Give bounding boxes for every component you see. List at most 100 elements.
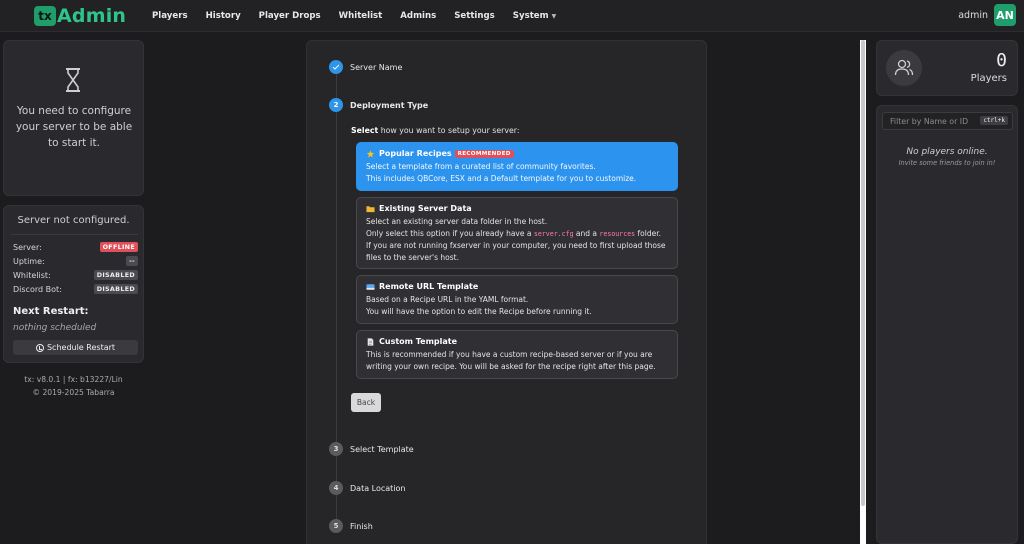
scrollbar-thumb[interactable] [861, 40, 865, 506]
players-count: 0 [996, 50, 1007, 71]
status-badge: -- [126, 256, 138, 266]
nav-player-drops[interactable]: Player Drops [259, 11, 321, 21]
next-restart-label: Next Restart: [13, 306, 89, 317]
select-bold: Select [351, 126, 379, 135]
players-count-card: 0 Players [876, 40, 1018, 96]
step-select-template: 3 Select Template [329, 442, 414, 456]
option-desc: This is recommended if you have a custom… [366, 350, 656, 371]
option-title: Popular Recipes RECOMMENDED [366, 149, 668, 158]
player-filter-input[interactable]: Filter by Name or ID ctrl+k [882, 112, 1013, 130]
option-desc: You will have the option to edit the Rec… [366, 306, 592, 316]
step-label: Deployment Type [350, 100, 429, 110]
status-label: Server: [13, 242, 42, 252]
option-custom-template[interactable]: Custom Template This is recommended if y… [356, 330, 678, 379]
players-label: Players [970, 73, 1007, 84]
clock-icon [35, 343, 44, 352]
setup-wizard: Server Name 2 Deployment Type Select how… [306, 40, 707, 544]
nav-admins[interactable]: Admins [400, 11, 436, 21]
status-badge: DISABLED [93, 284, 138, 294]
version-line: tx: v8.0.1 | fx: b13227/Lin [24, 375, 123, 384]
step-label: Finish [350, 521, 373, 531]
step-number: 3 [329, 442, 343, 456]
option-existing-server-data[interactable]: Existing Server Data Select an existing … [356, 197, 678, 269]
option-desc: Based on a Recipe URL in the YAML format… [366, 295, 529, 304]
shortcut-badge: ctrl+k [980, 116, 1008, 125]
back-button[interactable]: Back [351, 393, 381, 412]
recommended-badge: RECOMMENDED [454, 149, 514, 158]
status-label: Whitelist: [13, 270, 51, 280]
top-navbar: tx Admin Players History Player Drops Wh… [0, 0, 1024, 32]
avatar[interactable]: AN [994, 4, 1016, 26]
option-desc: Only select this option if you already h… [366, 228, 668, 241]
option-title-text: Existing Server Data [379, 204, 472, 213]
option-title: Remote URL Template [366, 282, 668, 291]
step-data-location: 4 Data Location [329, 481, 405, 495]
main-nav: Players History Player Drops Whitelist A… [152, 0, 574, 32]
option-desc: If you are not running fxserver in your … [366, 241, 666, 262]
divider [11, 234, 138, 235]
filter-placeholder: Filter by Name or ID [890, 116, 969, 126]
star-icon [366, 149, 375, 157]
copyright-line: © 2019-2025 Tabarra [32, 388, 115, 397]
nav-history[interactable]: History [206, 11, 241, 21]
option-desc: Select an existing server data folder in… [366, 217, 548, 226]
users-icon [886, 50, 922, 86]
option-title: Existing Server Data [366, 204, 668, 213]
option-remote-url-template[interactable]: Remote URL Template Based on a Recipe UR… [356, 275, 678, 324]
status-label: Uptime: [13, 256, 45, 266]
option-desc: Select a template from a curated list of… [366, 162, 596, 171]
option-desc-part: and a [573, 228, 600, 238]
option-title-text: Remote URL Template [379, 282, 479, 291]
status-badge: DISABLED [93, 270, 138, 280]
stepper-line [336, 66, 337, 526]
nav-whitelist[interactable]: Whitelist [339, 11, 383, 21]
server-status-card: Server not configured. Server: OFFLINE U… [3, 205, 144, 363]
option-desc-part: Only select this option if you already h… [366, 228, 534, 238]
status-row-whitelist: Whitelist: DISABLED [13, 270, 138, 280]
nav-settings[interactable]: Settings [454, 11, 495, 21]
server-config-notice: You need to configure your server to be … [3, 40, 144, 196]
option-popular-recipes[interactable]: Popular Recipes RECOMMENDED Select a tem… [356, 142, 678, 191]
nav-system-dropdown[interactable]: System ▼ [513, 11, 556, 21]
users-icon-svg [894, 59, 914, 76]
chevron-down-icon: ▼ [551, 12, 557, 20]
step-label: Server Name [350, 62, 403, 72]
option-desc: This includes QBCore, ESX and a Default … [366, 173, 637, 183]
select-rest: how you want to setup your server: [378, 126, 520, 135]
txadmin-logo[interactable]: tx Admin [34, 5, 126, 27]
step-number: 2 [329, 98, 343, 112]
nav-system-label: System [512, 11, 549, 21]
status-label: Discord Bot: [13, 284, 62, 294]
option-title-text: Custom Template [379, 337, 458, 346]
nav-players[interactable]: Players [152, 11, 188, 21]
next-restart-value: nothing scheduled [13, 323, 97, 333]
status-row-uptime: Uptime: -- [13, 256, 138, 266]
select-instruction: Select how you want to setup your server… [351, 126, 519, 135]
notice-text: You need to configure your server to be … [15, 105, 133, 149]
option-desc-part: folder. [635, 228, 661, 238]
step-label: Data Location [350, 483, 406, 493]
version-info: tx: v8.0.1 | fx: b13227/Lin © 2019-2025 … [3, 373, 144, 399]
step-deployment-type: 2 Deployment Type [329, 98, 428, 112]
logo-mark: tx [34, 6, 56, 26]
step-number: 5 [329, 519, 343, 533]
schedule-restart-button[interactable]: Schedule Restart [13, 340, 138, 355]
option-title-text: Popular Recipes [379, 149, 452, 158]
code-server-cfg: server.cfg [533, 229, 574, 238]
code-resources: resources [599, 229, 636, 238]
logo-text: Admin [57, 5, 127, 27]
status-title: Server not configured. [17, 215, 130, 226]
empty-state-subtitle: Invite some friends to join in! [898, 159, 996, 167]
check-icon [329, 60, 343, 74]
status-badge: OFFLINE [99, 242, 138, 252]
empty-state-title: No players online. [906, 147, 988, 157]
user-menu[interactable]: admin AN [958, 4, 1016, 26]
cloud-download-icon [366, 283, 375, 290]
step-finish: 5 Finish [329, 519, 373, 533]
option-title: Custom Template [366, 337, 668, 346]
player-list-card: Filter by Name or ID ctrl+k No players o… [876, 105, 1018, 544]
step-server-name: Server Name [329, 60, 402, 74]
schedule-restart-label: Schedule Restart [46, 343, 116, 352]
document-icon [367, 337, 374, 346]
username: admin [958, 9, 988, 21]
